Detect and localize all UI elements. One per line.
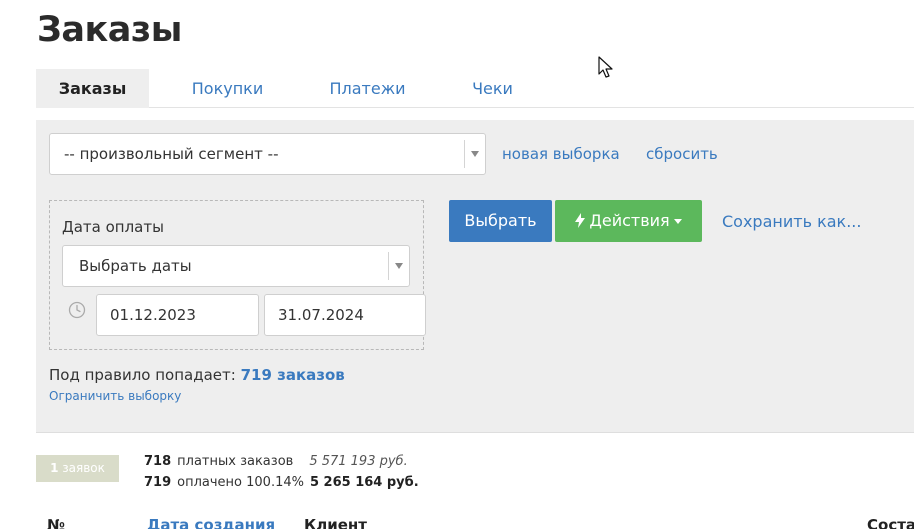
paid-orders-row: 718 платных заказов 5 571 193 руб. <box>144 451 419 472</box>
lightning-icon <box>575 213 586 228</box>
column-header-client[interactable]: Клиент <box>304 516 367 529</box>
tab-receipts[interactable]: Чеки <box>429 69 556 108</box>
tab-bar: Заказы Покупки Платежи Чеки <box>36 69 914 108</box>
tab-purchases[interactable]: Покупки <box>149 69 306 108</box>
date-range-select[interactable]: Выбрать даты <box>62 245 410 287</box>
rule-count-link[interactable]: 719 заказов <box>241 366 345 384</box>
rule-summary: Под правило попадает: 719 заказов <box>49 366 345 384</box>
column-header-number[interactable]: № <box>47 516 65 529</box>
date-from-input[interactable]: 01.12.2023 <box>96 294 259 336</box>
paid-label: оплачено 100.14% <box>177 475 304 490</box>
clock-icon <box>68 301 86 319</box>
paid-count: 719 <box>144 475 172 490</box>
requests-count: 1 <box>50 461 59 475</box>
column-header-created-date[interactable]: Дата создания <box>147 516 275 529</box>
payment-date-filter: Дата оплаты Выбрать даты 01.12.2023 31.0… <box>49 200 426 350</box>
paid-orders-sum: 5 571 193 руб. <box>309 454 408 469</box>
tab-orders[interactable]: Заказы <box>36 69 149 108</box>
filter-panel: -- произвольный сегмент -- новая выборка… <box>36 120 914 433</box>
reset-link[interactable]: сбросить <box>646 145 718 163</box>
paid-orders-count: 718 <box>144 454 172 469</box>
chevron-down-icon <box>395 263 403 269</box>
column-header-composition[interactable]: Соста <box>867 516 914 529</box>
save-as-link[interactable]: Сохранить как... <box>722 212 861 231</box>
chevron-down-icon <box>471 151 479 157</box>
actions-button-label: Действия <box>589 211 670 230</box>
paid-orders-label: платных заказов <box>177 454 294 469</box>
segment-select[interactable]: -- произвольный сегмент -- <box>49 133 486 175</box>
rule-prefix: Под правило попадает: <box>49 366 236 384</box>
select-separator <box>464 140 465 168</box>
date-range-select-value: Выбрать даты <box>79 257 192 275</box>
limit-selection-link[interactable]: Ограничить выборку <box>49 389 181 403</box>
requests-label: заявок <box>62 461 105 475</box>
segment-select-value: -- произвольный сегмент -- <box>64 145 279 163</box>
actions-dropdown-button[interactable]: Действия <box>555 200 702 242</box>
paid-sum: 5 265 164 руб. <box>309 475 419 490</box>
new-selection-link[interactable]: новая выборка <box>502 145 620 163</box>
requests-badge[interactable]: 1 заявок <box>36 455 119 482</box>
tab-payments[interactable]: Платежи <box>306 69 429 108</box>
date-to-input[interactable]: 31.07.2024 <box>264 294 426 336</box>
paid-row: 719 оплачено 100.14% 5 265 164 руб. <box>144 472 419 493</box>
select-separator <box>388 252 389 280</box>
caret-down-icon <box>673 219 682 224</box>
orders-stats: 718 платных заказов 5 571 193 руб. 719 опла… <box>144 451 419 493</box>
page-title: Заказы <box>37 10 182 50</box>
select-button[interactable]: Выбрать <box>449 200 552 242</box>
payment-date-label: Дата оплаты <box>62 218 164 236</box>
